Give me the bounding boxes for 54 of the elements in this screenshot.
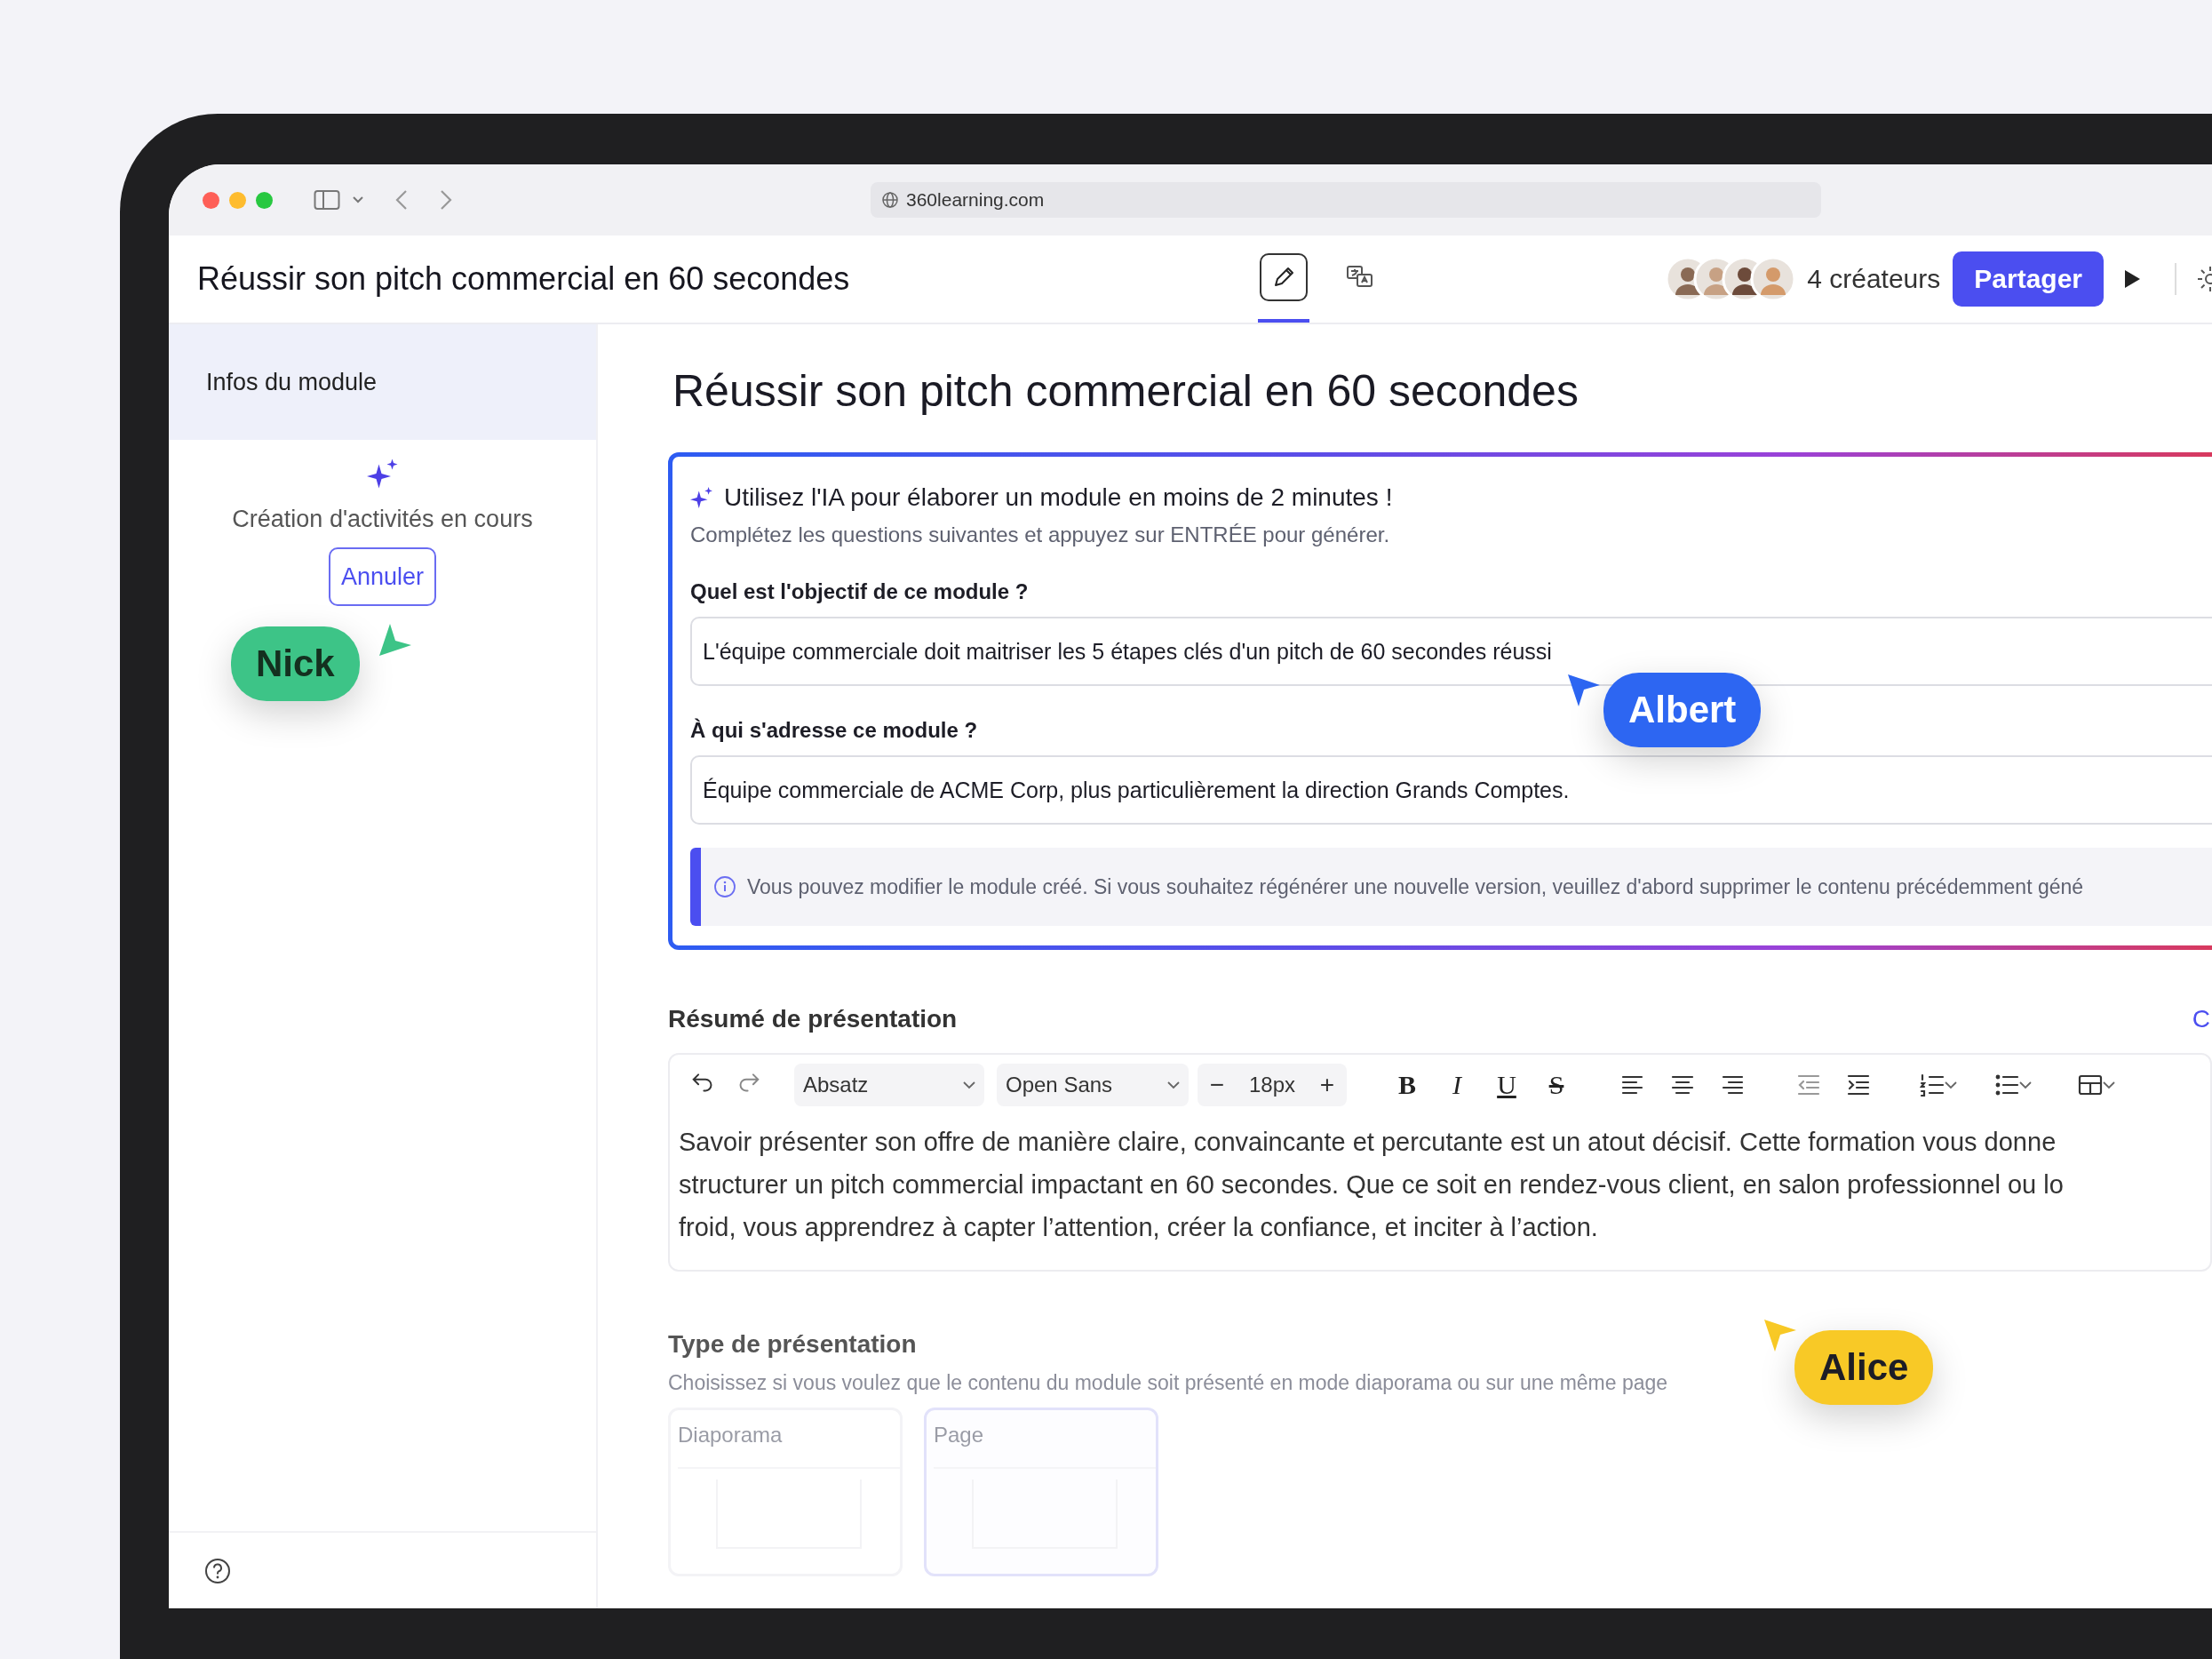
paragraph-style-dropdown[interactable]: Absatz <box>794 1064 984 1106</box>
collaborator-name-tag: Nick <box>231 626 360 701</box>
section-label: Type de présentation <box>668 1330 918 1359</box>
outdent-icon <box>1796 1073 1821 1097</box>
font-size-value: 18px <box>1247 1073 1296 1097</box>
caret-icon <box>2103 1081 2115 1089</box>
font-size-stepper[interactable]: − 18px + <box>1198 1064 1347 1106</box>
collaborator-name-tag: Alice <box>1794 1330 1934 1405</box>
sidebar-toggle-icon[interactable] <box>314 189 340 211</box>
help-icon[interactable] <box>204 1557 231 1584</box>
rich-text-editor[interactable] <box>668 1053 2212 1272</box>
answer-field[interactable]: Équipe commerciale de ACME Corp, plus particulièrement la direction Grands Comptes. <box>690 755 2212 825</box>
cancel-button[interactable]: Annuler <box>328 547 437 606</box>
decrease-size-button[interactable]: − <box>1198 1070 1237 1100</box>
indent-icon <box>1846 1073 1871 1097</box>
caret-icon <box>2019 1081 2032 1089</box>
underline-button[interactable]: U <box>1482 1062 1532 1108</box>
table-icon <box>2078 1073 2103 1097</box>
font-dropdown[interactable]: Open Sans <box>997 1064 1189 1106</box>
section-link[interactable]: C <box>2192 1005 2210 1033</box>
section-hint: Choisissez si vous voulez que le contenu du module soit présenté en mode diaporama ou sur une même page <box>668 1371 1669 1395</box>
chevron-down-icon[interactable] <box>353 196 363 203</box>
numbered-list-icon <box>1920 1073 1945 1097</box>
creators-count[interactable]: 4 créateurs <box>1807 264 1941 294</box>
answer-field[interactable]: L'équipe commerciale doit maitriser les 5 étapes clés d'un pitch de 60 secondes réussi <box>690 617 2212 686</box>
globe-icon <box>881 191 899 209</box>
play-icon[interactable] <box>2123 269 2141 289</box>
card-subtitle: Complétez les questions suivantes et appuyez sur ENTRÉE pour générer. <box>690 522 1391 547</box>
italic-button[interactable]: I <box>1432 1062 1482 1108</box>
page-title: Réussir son pitch commercial en 60 secondes <box>672 365 1579 417</box>
sparkle-icon <box>690 486 713 509</box>
question-label: À qui s'adresse ce module ? <box>690 718 979 743</box>
caret-icon <box>1945 1081 1957 1089</box>
address-bar[interactable]: 360learning.com <box>871 182 1821 218</box>
close-window-button[interactable] <box>203 191 219 209</box>
card-heading: Utilisez l'IA pour élaborer un module en moins de 2 minutes ! <box>724 483 1393 512</box>
collaborator-name-tag: Albert <box>1603 673 1762 747</box>
sparkle-icon <box>366 458 399 490</box>
question-label: Quel est l'objectif de ce module ? <box>690 579 1030 604</box>
strike-button[interactable]: S <box>1532 1062 1581 1108</box>
sidebar-item[interactable]: Infos du module <box>169 324 596 440</box>
share-button[interactable]: Partager <box>1953 251 2104 307</box>
section-label: Résumé de présentation <box>668 1005 958 1033</box>
info-icon <box>713 875 736 898</box>
caret-icon <box>963 1081 975 1089</box>
info-text: Vous pouvez modifier le module créé. Si vous souhaitez régénérer une nouvelle version, veuillez d'abord supprimer le contenu précédemment géné <box>747 874 2084 899</box>
caret-icon <box>1167 1081 1180 1089</box>
editor-text: Savoir présenter son offre de manière claire, convaincante et percutante est un atout décisif. Cette formation vous donne structurer un pitch commercial impactant en 60 secondes. Que ce soit en rendez-vous client, en salon professionnel ou lo froid, vous apprendrez à capter l’attention, créer la confiance, et inciter à l’action. <box>678 1127 2065 1243</box>
module-title: Réussir son pitch commercial en 60 secondes <box>196 260 851 298</box>
increase-size-button[interactable]: + <box>1308 1070 1347 1100</box>
bold-button[interactable]: B <box>1382 1062 1432 1108</box>
status-text: Création d'activités en cours <box>232 506 533 533</box>
url-text: 360learning.com <box>906 189 1045 211</box>
bullet-list-icon <box>1994 1073 2019 1097</box>
